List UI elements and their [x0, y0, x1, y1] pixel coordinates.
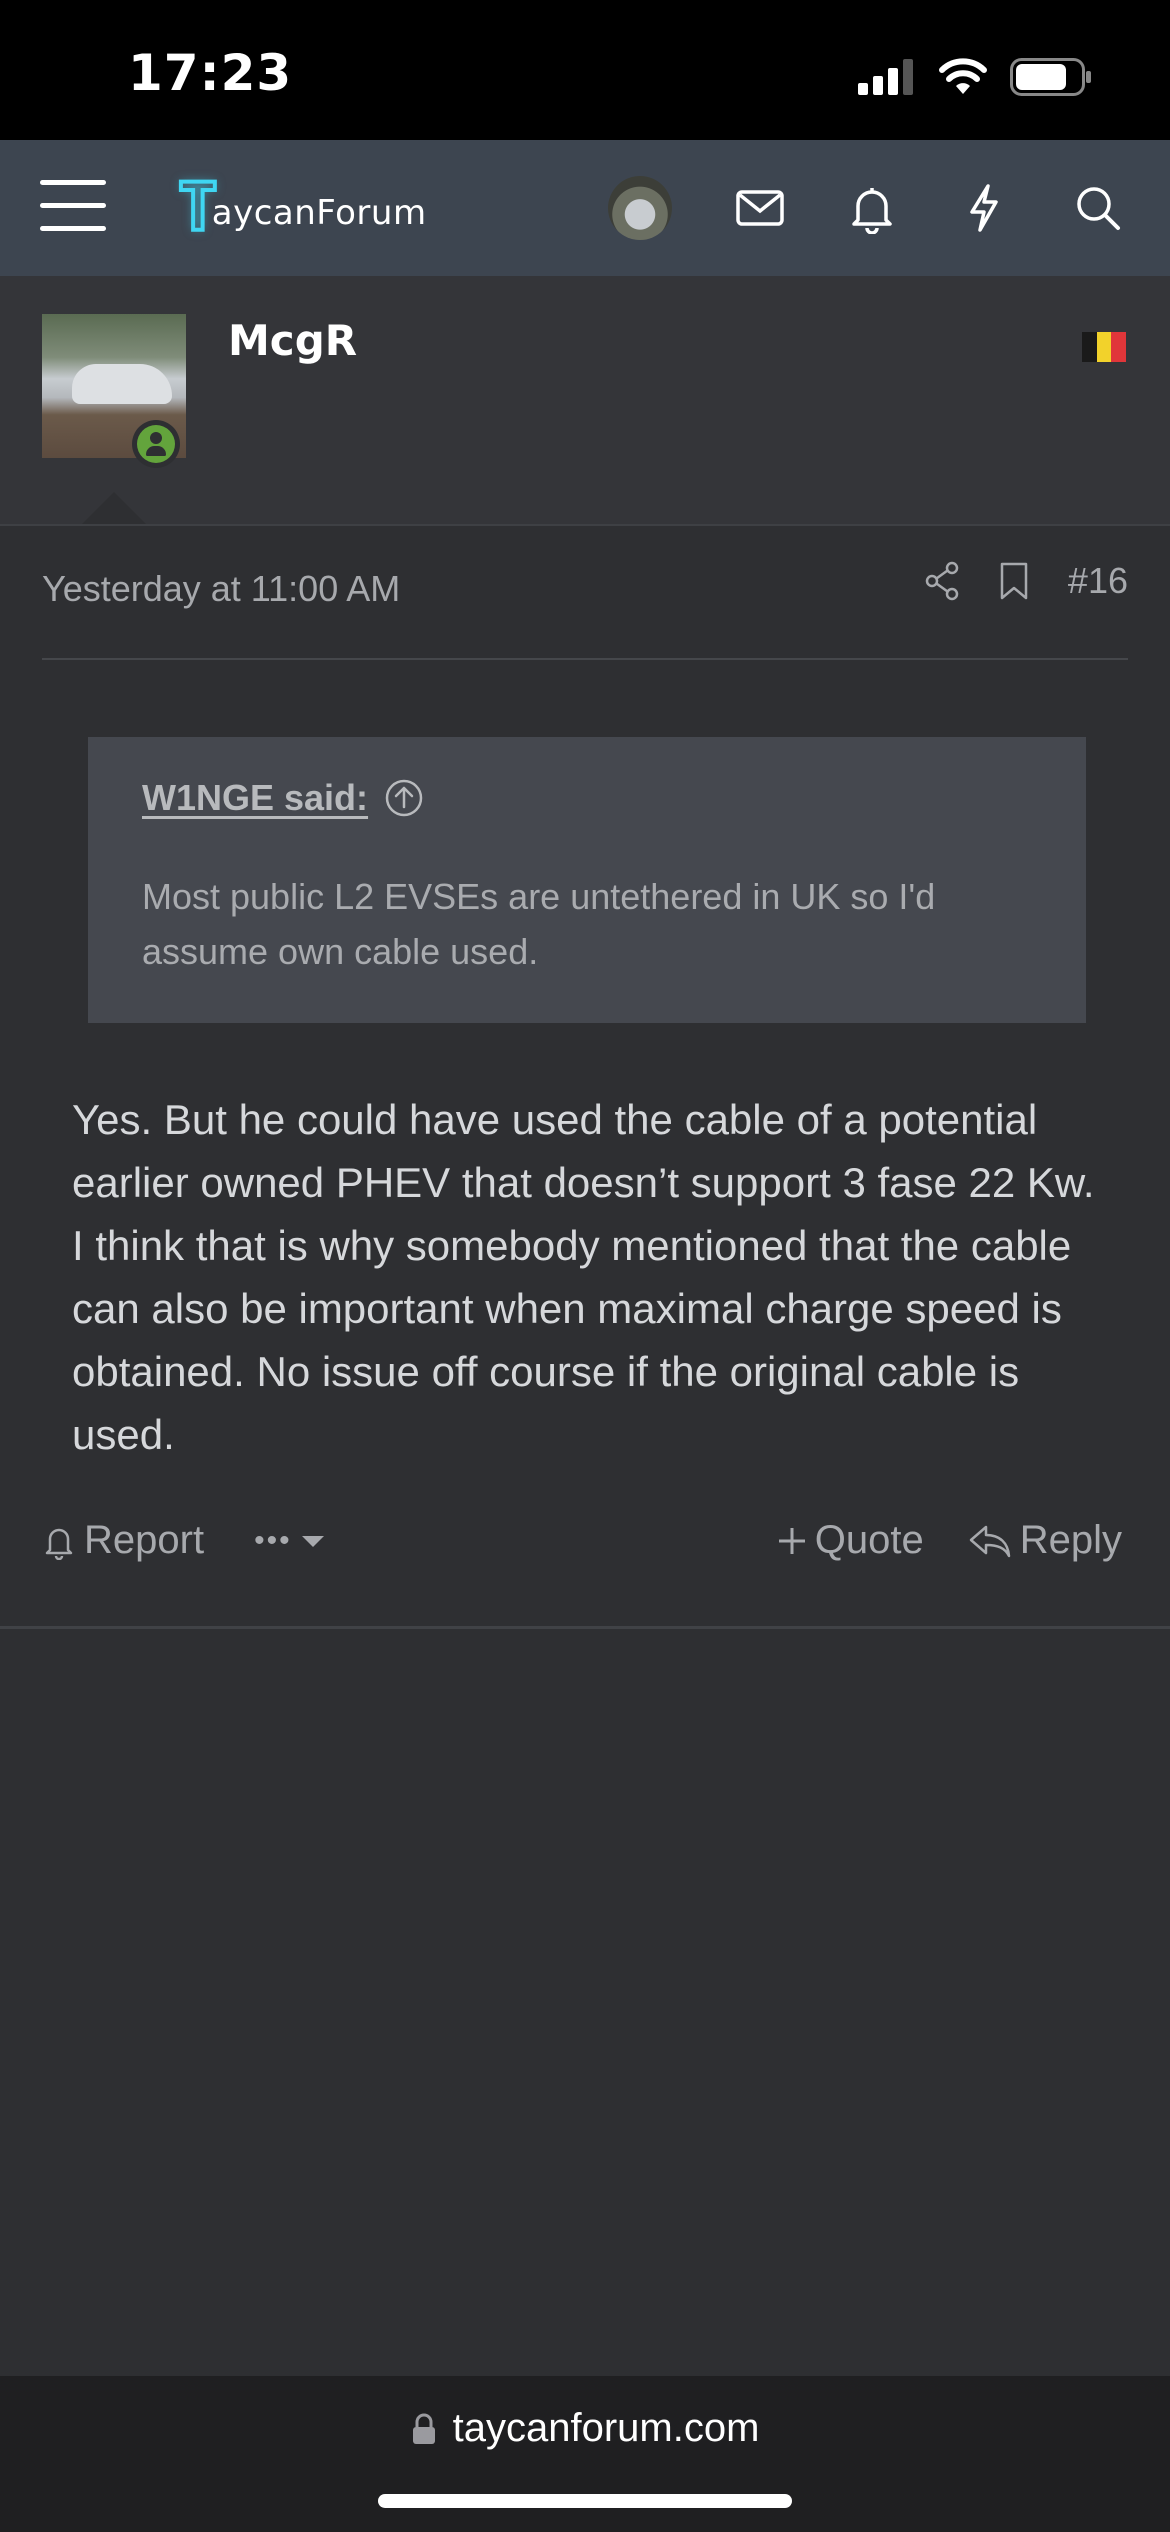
reply-button[interactable]: Reply: [968, 1518, 1122, 1563]
more-dots-icon: •••: [254, 1523, 292, 1557]
quote-label: Quote: [814, 1518, 924, 1562]
logo-text: aycanForum: [211, 193, 427, 233]
post-actions-right: Quote Reply: [777, 1518, 1122, 1563]
reply-label: Reply: [1019, 1518, 1122, 1562]
search-icon[interactable]: [1072, 182, 1124, 234]
post-actions-left: Report •••: [42, 1518, 326, 1563]
status-icons: [858, 58, 1092, 96]
plus-icon: [778, 1527, 805, 1554]
top-navbar: T aycanForum: [0, 140, 1170, 276]
post-meta-actions: #16: [924, 560, 1128, 602]
post-body: Yes. But he could have used the cable of…: [72, 1096, 1095, 1458]
share-icon[interactable]: [924, 561, 960, 601]
quote-button[interactable]: Quote: [777, 1518, 924, 1563]
battery-icon: [1010, 58, 1091, 96]
divider: [0, 1626, 1170, 1629]
url-text: taycanforum.com: [452, 2406, 760, 2450]
belgium-flag-icon: [1082, 332, 1127, 362]
alerts-icon[interactable]: [846, 182, 898, 234]
divider: [0, 524, 1170, 526]
post-date[interactable]: Yesterday at 11:00 AM: [42, 568, 400, 610]
online-status-icon: [132, 420, 180, 468]
divider: [42, 658, 1128, 660]
home-indicator[interactable]: [378, 2494, 792, 2508]
url-display[interactable]: taycanforum.com: [0, 2406, 1170, 2451]
report-button[interactable]: Report: [42, 1518, 204, 1563]
lock-icon: [412, 2413, 435, 2444]
caret-down-icon: [301, 1535, 324, 1547]
menu-icon[interactable]: [40, 180, 106, 236]
bookmark-icon[interactable]: [998, 561, 1030, 601]
quote-author-line: W1NGE said:: [142, 777, 1032, 819]
status-time: 17:23: [128, 44, 293, 102]
username[interactable]: McgR: [228, 316, 357, 365]
browser-address-bar[interactable]: taycanforum.com: [0, 2376, 1170, 2532]
site-logo[interactable]: T aycanForum: [176, 170, 427, 246]
header-pointer: [80, 492, 148, 526]
jump-to-quote-icon[interactable]: [384, 778, 424, 818]
quote-author-link[interactable]: W1NGE said:: [142, 777, 368, 819]
reply-arrow-icon: [969, 1525, 1010, 1557]
report-label: Report: [84, 1518, 205, 1562]
whats-new-lightning-icon[interactable]: [958, 182, 1010, 234]
inbox-icon[interactable]: [734, 182, 786, 234]
status-bar: 17:23: [0, 0, 1170, 140]
wifi-icon: [939, 58, 987, 94]
account-avatar[interactable]: [608, 176, 672, 240]
quote-block: W1NGE said: Most public L2 EVSEs are unt…: [88, 737, 1086, 1023]
more-options-button[interactable]: •••: [254, 1524, 326, 1558]
post-number-link[interactable]: #16: [1068, 560, 1128, 602]
post-user-header: McgR: [0, 276, 1170, 526]
cellular-signal-icon: [858, 59, 913, 95]
quote-text: Most public L2 EVSEs are untethered in U…: [142, 876, 936, 972]
bell-icon: [45, 1528, 73, 1560]
